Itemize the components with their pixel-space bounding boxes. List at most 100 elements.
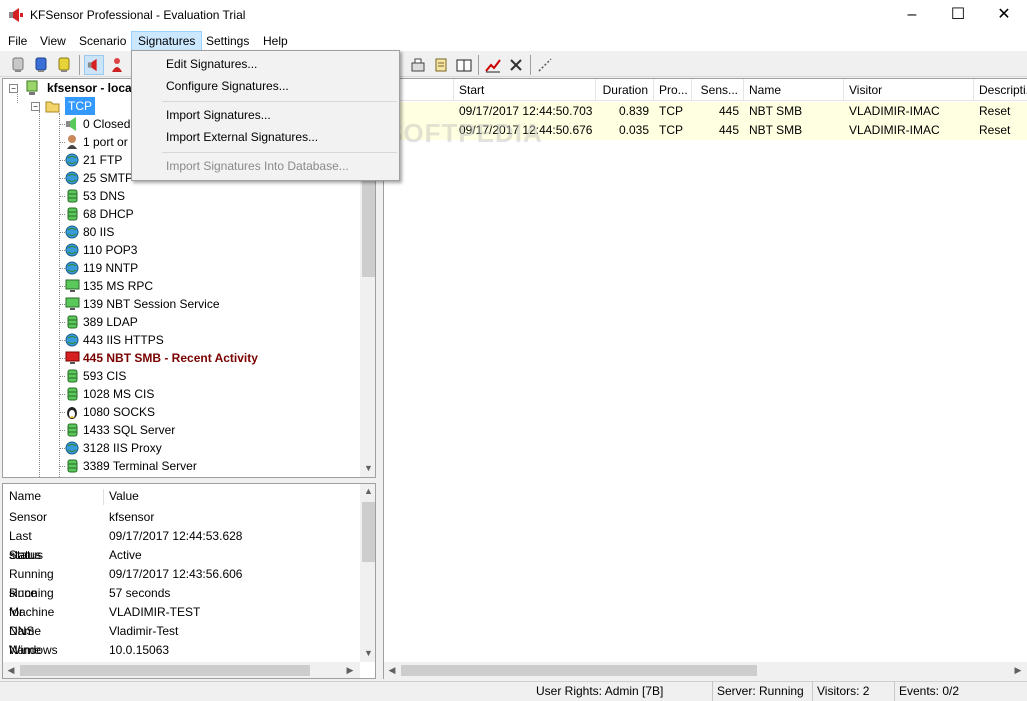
alert-service-icon bbox=[65, 351, 80, 364]
tree-item-label: 0 Closed bbox=[83, 117, 131, 131]
computer-icon bbox=[26, 80, 38, 95]
column-header-duration[interactable]: Duration bbox=[596, 79, 654, 101]
visitor-icon[interactable] bbox=[107, 55, 127, 75]
property-value: 57 seconds bbox=[109, 586, 171, 600]
scroll-thumb[interactable] bbox=[362, 502, 375, 562]
property-value: kfsensor bbox=[109, 510, 155, 524]
window-title: KFSensor Professional - Evaluation Trial bbox=[30, 8, 246, 22]
menu-separator bbox=[162, 152, 397, 153]
event-cell-name: NBT SMB bbox=[749, 104, 803, 118]
props-header-value: Value bbox=[109, 489, 139, 503]
tree-item-label: 389 LDAP bbox=[83, 315, 138, 329]
scroll-right-icon[interactable]: ▶ bbox=[1012, 665, 1024, 676]
column-header-desc[interactable]: Descripti... bbox=[974, 79, 1027, 101]
database-service-icon bbox=[67, 369, 78, 383]
column-header-start[interactable]: Start bbox=[454, 79, 596, 101]
tree-item-label: 119 NNTP bbox=[83, 261, 139, 275]
event-cell-sensor: 445 bbox=[718, 104, 739, 118]
app-icon bbox=[9, 8, 23, 22]
database-service-icon bbox=[67, 423, 78, 437]
monitor-icon[interactable] bbox=[8, 55, 28, 75]
globe-service-icon bbox=[65, 333, 79, 347]
collapse-icon[interactable]: − bbox=[9, 84, 18, 93]
scroll-thumb[interactable] bbox=[20, 665, 310, 676]
props-hscrollbar[interactable]: ◀ ▶ bbox=[3, 662, 360, 678]
event-cell-duration: 0.035 bbox=[618, 123, 649, 137]
scroll-up-icon[interactable]: ▲ bbox=[360, 486, 375, 496]
speaker-icon bbox=[66, 117, 76, 131]
tree-item-label: 25 SMTP bbox=[83, 171, 134, 185]
status-rights: User Rights: Admin [7B] bbox=[536, 684, 664, 698]
tree-root-label: kfsensor - local bbox=[47, 81, 136, 95]
column-header-sensor[interactable]: Sens... bbox=[692, 79, 744, 101]
scroll-left-icon[interactable]: ◀ bbox=[5, 665, 17, 676]
menu-view[interactable]: View bbox=[34, 31, 72, 51]
menu-item-edit-signatures[interactable]: Edit Signatures... bbox=[134, 53, 397, 75]
menu-settings[interactable]: Settings bbox=[200, 31, 255, 51]
property-value: 09/17/2017 12:43:56.606 bbox=[109, 567, 243, 581]
scroll-right-icon[interactable]: ▶ bbox=[344, 665, 356, 676]
event-grid[interactable]: Start Duration Pro... Sens... Name Visitor Des… bbox=[383, 78, 1027, 679]
scroll-down-icon[interactable]: ▼ bbox=[360, 463, 375, 473]
tools-icon[interactable] bbox=[506, 55, 526, 75]
database-service-icon bbox=[67, 207, 78, 221]
blue-sensor-icon[interactable] bbox=[31, 55, 51, 75]
scroll-down-icon[interactable]: ▼ bbox=[360, 648, 375, 658]
event-cell-visitor: VLADIMIR-IMAC bbox=[849, 123, 940, 137]
column-header-name[interactable]: Name bbox=[744, 79, 844, 101]
scroll-left-icon[interactable]: ◀ bbox=[386, 665, 398, 676]
menu-help[interactable]: Help bbox=[257, 31, 294, 51]
tree-item-label: 1433 SQL Server bbox=[83, 423, 176, 437]
tree-item-label: 3128 IIS Proxy bbox=[83, 441, 162, 455]
globe-service-icon bbox=[65, 171, 79, 185]
globe-service-icon bbox=[65, 261, 79, 275]
property-value: 09/17/2017 12:44:53.628 bbox=[109, 529, 243, 543]
property-name: Status bbox=[9, 548, 44, 562]
tree-item-label: 21 FTP bbox=[83, 153, 123, 167]
globe-service-icon bbox=[65, 243, 79, 257]
menu-scenario[interactable]: Scenario bbox=[73, 31, 132, 51]
database-service-icon bbox=[67, 315, 78, 329]
yellow-sensor-icon[interactable] bbox=[54, 55, 74, 75]
signatures-menu: Edit Signatures... Configure Signatures.… bbox=[131, 50, 400, 181]
event-cell-visitor: VLADIMIR-IMAC bbox=[849, 104, 940, 118]
menu-item-configure-signatures[interactable]: Configure Signatures... bbox=[134, 75, 397, 97]
tree-item-label: 1080 SOCKS bbox=[83, 405, 156, 419]
menu-signatures[interactable]: Signatures bbox=[131, 31, 203, 51]
props-scrollbar[interactable]: ▲ ▼ bbox=[360, 484, 375, 662]
menu-item-import-signatures[interactable]: Import Signatures... bbox=[134, 104, 397, 126]
database-service-icon bbox=[67, 387, 78, 401]
property-value: Vladimir-Test bbox=[109, 624, 179, 638]
network-icon[interactable] bbox=[535, 55, 555, 75]
minimize-button[interactable]: – bbox=[889, 0, 935, 30]
tree-item-label: 593 CIS bbox=[83, 369, 127, 383]
menu-file[interactable]: File bbox=[2, 31, 33, 51]
menu-separator bbox=[162, 101, 397, 102]
book-icon[interactable] bbox=[454, 55, 474, 75]
event-cell-name: NBT SMB bbox=[749, 123, 803, 137]
event-details-icon[interactable] bbox=[408, 55, 428, 75]
chart-edit-icon[interactable] bbox=[483, 55, 503, 75]
column-header-visitor[interactable]: Visitor bbox=[844, 79, 974, 101]
properties-panel: Name Value Sensor kfsensor Last status 09/1… bbox=[2, 483, 376, 679]
property-value: 10.0.15063 bbox=[109, 643, 170, 657]
close-button[interactable]: ✕ bbox=[981, 0, 1027, 30]
scroll-thumb[interactable] bbox=[401, 665, 757, 676]
tree-item-label: 3389 Terminal Server bbox=[83, 459, 197, 473]
collapse-icon[interactable]: − bbox=[31, 102, 40, 111]
menu-item-import-into-database: Import Signatures Into Database... bbox=[166, 159, 349, 173]
scroll-log-icon[interactable] bbox=[431, 55, 451, 75]
grid-hscrollbar[interactable]: ◀ ▶ bbox=[384, 662, 1027, 679]
event-cell-proto: TCP bbox=[659, 104, 683, 118]
monitor-service-icon bbox=[65, 297, 80, 310]
property-value: VLADIMIR-TEST bbox=[109, 605, 201, 619]
tree-item-label: 68 DHCP bbox=[83, 207, 134, 221]
maximize-button[interactable]: ☐ bbox=[935, 0, 981, 30]
alarm-sound-icon[interactable] bbox=[84, 55, 104, 75]
tree-item-label: 135 MS RPC bbox=[83, 279, 154, 293]
menu-item-import-external-signatures[interactable]: Import External Signatures... bbox=[134, 126, 397, 148]
toolbar-separator-3 bbox=[530, 55, 531, 75]
column-header-proto[interactable]: Pro... bbox=[654, 79, 692, 101]
property-value: Active bbox=[109, 548, 142, 562]
database-service-icon bbox=[67, 189, 78, 203]
